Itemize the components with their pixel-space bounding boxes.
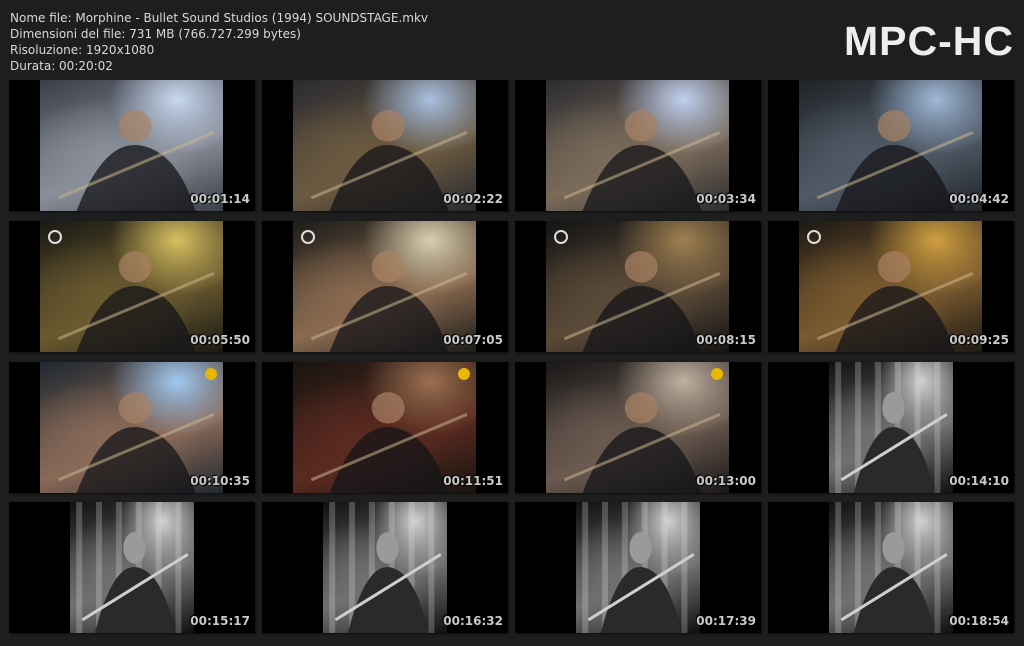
thumbnail-frame-image [323,502,447,633]
studio-curtain-stripe [329,502,336,633]
figure-head [371,110,405,142]
figure-head [118,110,152,142]
thumbnail: 00:08:15 [515,221,761,352]
figure-body [853,426,935,493]
figure-body [329,285,449,352]
thumbnail-grid: 00:01:14 00:02:22 00:03:34 00:04:42 00:05:50… [0,0,1024,646]
timestamp-label: 00:13:00 [696,474,756,488]
scene-silhouette [76,502,189,633]
scene-silhouette [329,502,442,633]
thumbnail: 00:16:32 [262,502,508,633]
timestamp-label: 00:02:22 [443,192,503,206]
timestamp-label: 00:01:14 [190,192,250,206]
timestamp-label: 00:10:35 [190,474,250,488]
thumbnail: 00:13:00 [515,362,761,493]
figure-body [582,285,702,352]
scene-silhouette [582,502,695,633]
studio-curtain-stripe [76,502,83,633]
figure-head [877,251,911,283]
figure-body [329,144,449,211]
thumbnail: 00:11:51 [262,362,508,493]
figure-body [76,144,196,211]
thumbnail: 00:10:35 [9,362,255,493]
thumbnail: 00:03:34 [515,80,761,211]
timestamp-label: 00:08:15 [696,333,756,347]
thumbnail-frame-image [829,502,953,633]
studio-curtain-stripe [582,502,589,633]
timestamp-label: 00:18:54 [949,614,1009,628]
studio-curtain-stripe [428,502,435,633]
figure-body [347,566,429,633]
thumbnail: 00:14:10 [768,362,1014,493]
figure-head [371,251,405,283]
thumbnail-frame-image [829,362,953,493]
timestamp-label: 00:09:25 [949,333,1009,347]
thumbnail: 00:09:25 [768,221,1014,352]
channel-logo-icon [807,229,855,245]
thumbnail: 00:18:54 [768,502,1014,633]
timestamp-label: 00:03:34 [696,192,756,206]
channel-badge-icon [458,368,470,380]
figure-head [877,110,911,142]
timestamp-label: 00:15:17 [190,614,250,628]
studio-curtain-stripe [934,362,941,493]
timestamp-label: 00:16:32 [443,614,503,628]
channel-badge-icon [711,368,723,380]
studio-curtain-stripe [681,502,688,633]
timestamp-label: 00:05:50 [190,333,250,347]
scene-silhouette [835,502,948,633]
figure-body [835,285,955,352]
figure-head [118,392,152,424]
figure-head [123,532,146,564]
thumbnail: 00:02:22 [262,80,508,211]
channel-logo-icon [48,229,96,245]
timestamp-label: 00:17:39 [696,614,756,628]
timestamp-label: 00:07:05 [443,333,503,347]
studio-curtain-stripe [835,502,842,633]
figure-body [835,144,955,211]
figure-head [376,532,399,564]
thumbnail: 00:15:17 [9,502,255,633]
figure-body [853,566,935,633]
figure-head [882,392,905,424]
figure-body [582,426,702,493]
studio-curtain-stripe [175,502,182,633]
thumbnail: 00:07:05 [262,221,508,352]
figure-head [629,532,652,564]
thumbnail: 00:04:42 [768,80,1014,211]
timestamp-label: 00:14:10 [949,474,1009,488]
studio-curtain-stripe [934,502,941,633]
figure-body [76,426,196,493]
channel-badge-icon [205,368,217,380]
figure-body [582,144,702,211]
thumbnail-frame-image [70,502,194,633]
figure-head [118,251,152,283]
thumbnail: 00:17:39 [515,502,761,633]
scene-silhouette [835,362,948,493]
figure-body [94,566,176,633]
figure-head [624,392,658,424]
timestamp-label: 00:11:51 [443,474,503,488]
channel-logo-icon [301,229,349,245]
channel-logo-icon [554,229,602,245]
thumbnail-frame-image [576,502,700,633]
thumbnail: 00:05:50 [9,221,255,352]
thumbnail: 00:01:14 [9,80,255,211]
figure-body [600,566,682,633]
timestamp-label: 00:04:42 [949,192,1009,206]
figure-body [329,426,449,493]
figure-head [882,532,905,564]
studio-curtain-stripe [835,362,842,493]
figure-head [624,110,658,142]
figure-head [624,251,658,283]
figure-head [371,392,405,424]
figure-body [76,285,196,352]
